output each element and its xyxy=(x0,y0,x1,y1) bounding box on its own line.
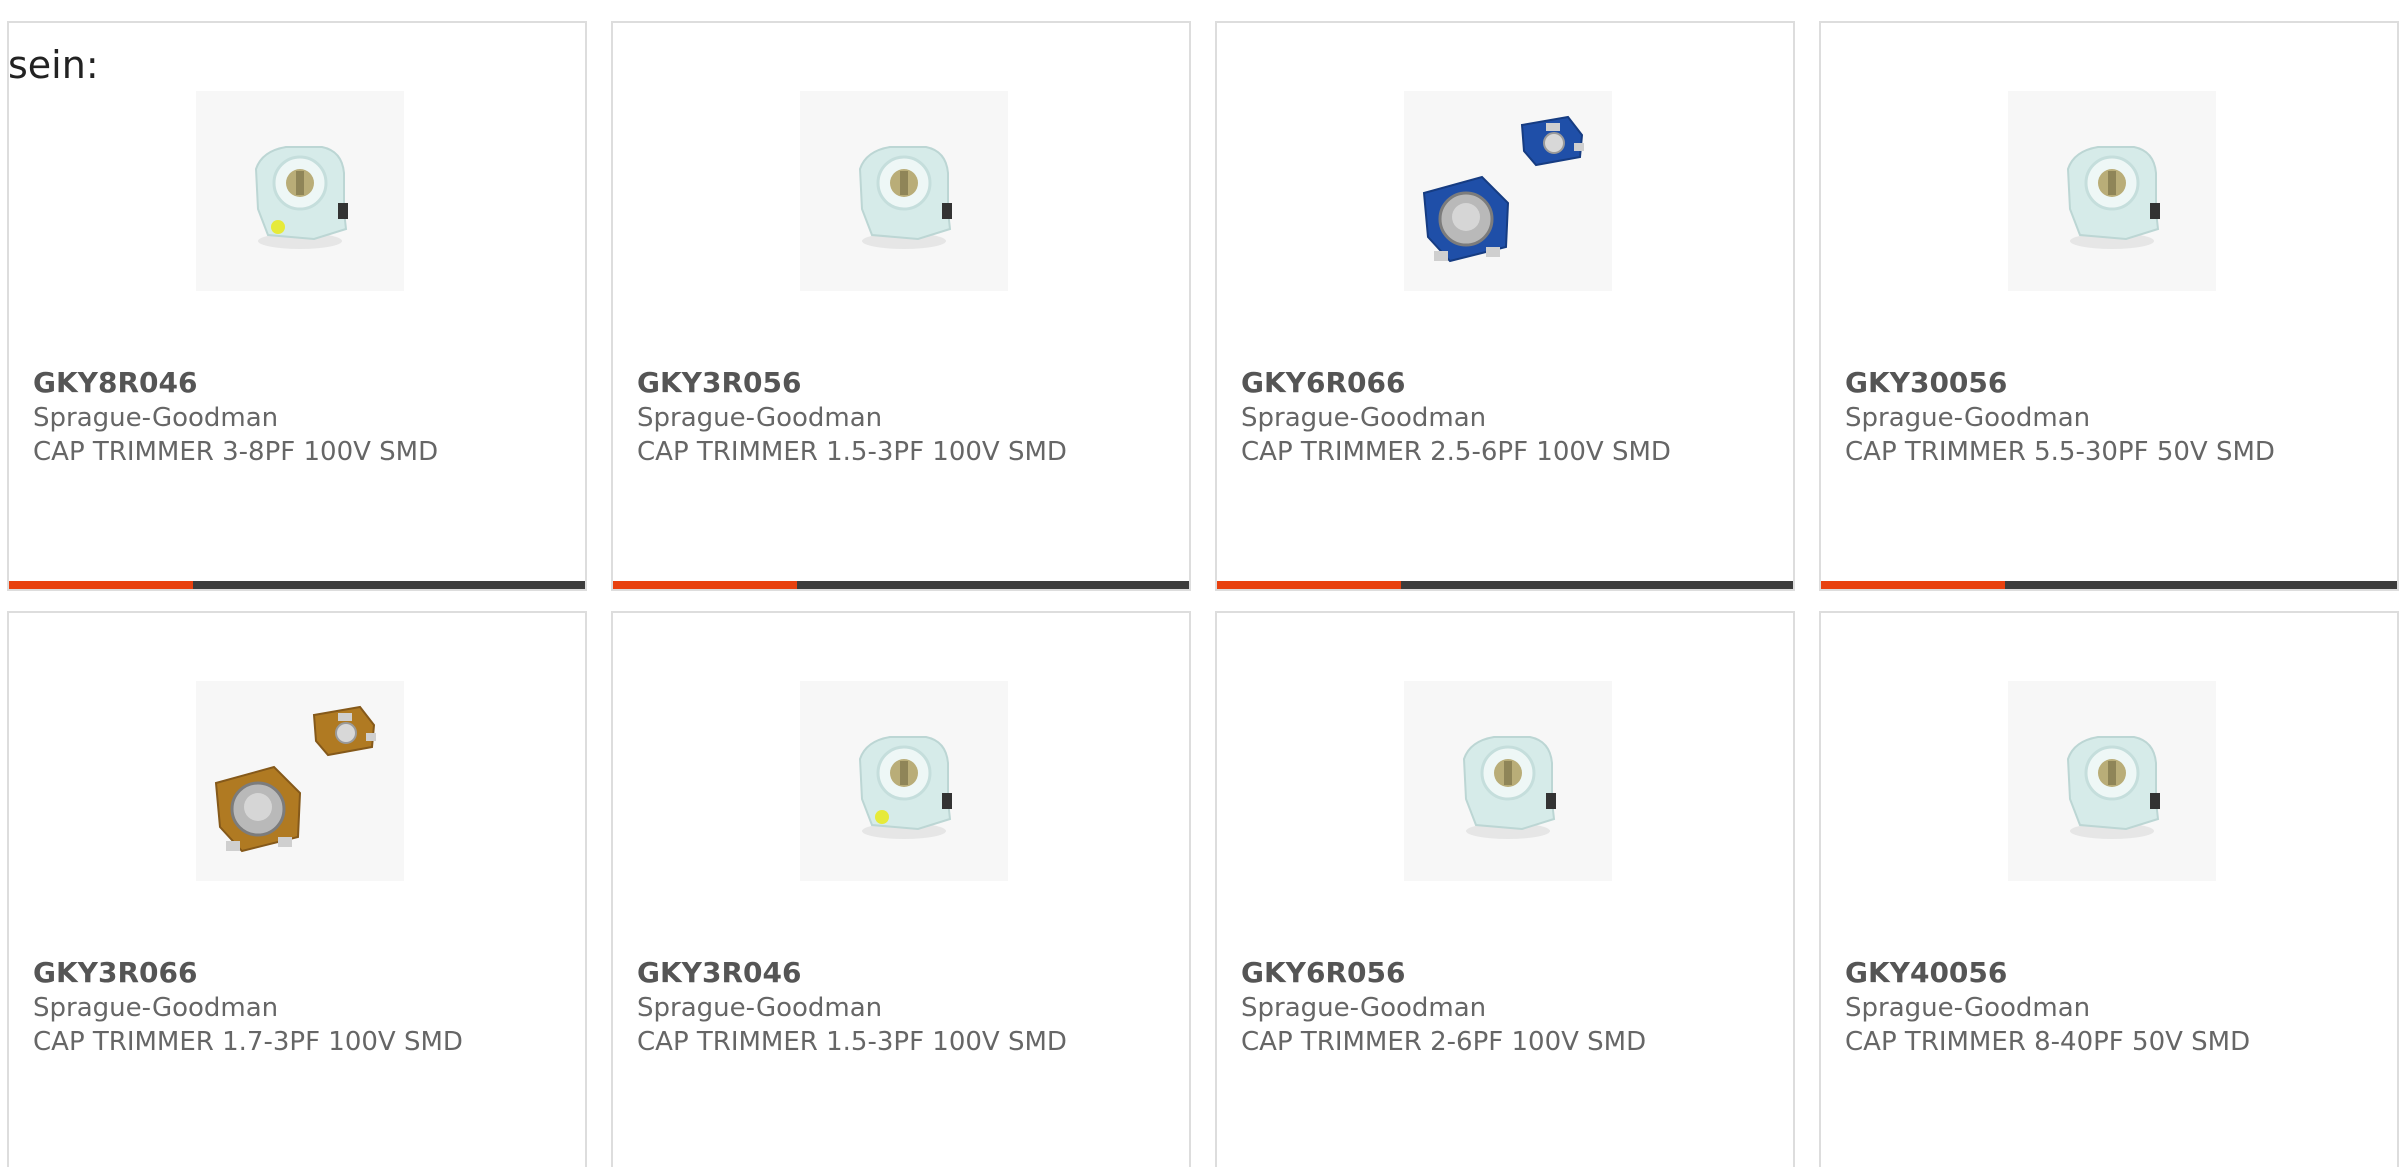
product-image[interactable] xyxy=(2008,681,2216,881)
part-number[interactable]: GKY6R066 xyxy=(1241,366,1405,400)
manufacturer: Sprague-Goodman xyxy=(33,993,279,1023)
product-listing-page: sein: GKY8R046 Sprague-Goodman CAP TRIMM… xyxy=(0,0,2400,1167)
product-grid: GKY8R046 Sprague-Goodman CAP TRIMMER 3-8… xyxy=(7,21,2399,1167)
manufacturer: Sprague-Goodman xyxy=(637,993,883,1023)
product-card[interactable]: GKY3R046 Sprague-Goodman CAP TRIMMER 1.5… xyxy=(611,611,1191,1167)
product-image[interactable] xyxy=(196,681,404,881)
progress-fill xyxy=(1217,581,1402,589)
manufacturer: Sprague-Goodman xyxy=(33,403,279,433)
product-description: CAP TRIMMER 1.5-3PF 100V SMD xyxy=(637,437,1067,467)
trimmer-white-yellow-image xyxy=(858,736,952,839)
trimmer-brown-pair-image xyxy=(214,705,376,853)
product-image[interactable] xyxy=(2008,91,2216,291)
product-image[interactable] xyxy=(196,91,404,291)
image-carousel-progress xyxy=(1217,581,1793,589)
progress-fill xyxy=(1821,581,2006,589)
trimmer-white-image xyxy=(1462,736,1556,839)
intro-text: sein: xyxy=(8,43,99,87)
manufacturer: Sprague-Goodman xyxy=(1241,993,1487,1023)
product-description: CAP TRIMMER 2.5-6PF 100V SMD xyxy=(1241,437,1671,467)
manufacturer: Sprague-Goodman xyxy=(637,403,883,433)
product-card[interactable]: GKY8R046 Sprague-Goodman CAP TRIMMER 3-8… xyxy=(7,21,587,591)
manufacturer: Sprague-Goodman xyxy=(1845,993,2091,1023)
part-number[interactable]: GKY8R046 xyxy=(33,366,197,400)
product-description: CAP TRIMMER 5.5-30PF 50V SMD xyxy=(1845,437,2275,467)
part-number[interactable]: GKY6R056 xyxy=(1241,956,1405,990)
trimmer-white-image xyxy=(2066,146,2160,249)
product-image[interactable] xyxy=(800,681,1008,881)
product-card[interactable]: GKY30056 Sprague-Goodman CAP TRIMMER 5.5… xyxy=(1819,21,2399,591)
trimmer-blue-pair-image xyxy=(1422,115,1584,263)
part-number[interactable]: GKY40056 xyxy=(1845,956,2007,990)
part-number[interactable]: GKY3R066 xyxy=(33,956,197,990)
product-description: CAP TRIMMER 1.7-3PF 100V SMD xyxy=(33,1027,463,1057)
product-description: CAP TRIMMER 2-6PF 100V SMD xyxy=(1241,1027,1647,1057)
product-description: CAP TRIMMER 8-40PF 50V SMD xyxy=(1845,1027,2251,1057)
product-image[interactable] xyxy=(1404,91,1612,291)
part-number[interactable]: GKY3R056 xyxy=(637,366,801,400)
product-description: CAP TRIMMER 3-8PF 100V SMD xyxy=(33,437,439,467)
product-description: CAP TRIMMER 1.5-3PF 100V SMD xyxy=(637,1027,1067,1057)
image-carousel-progress xyxy=(9,581,585,589)
image-carousel-progress xyxy=(613,581,1189,589)
trimmer-white-image xyxy=(858,146,952,249)
trimmer-white-yellow-image xyxy=(254,146,348,249)
manufacturer: Sprague-Goodman xyxy=(1845,403,2091,433)
product-card[interactable]: GKY6R056 Sprague-Goodman CAP TRIMMER 2-6… xyxy=(1215,611,1795,1167)
product-image[interactable] xyxy=(1404,681,1612,881)
part-number[interactable]: GKY30056 xyxy=(1845,366,2007,400)
product-card[interactable]: GKY3R056 Sprague-Goodman CAP TRIMMER 1.5… xyxy=(611,21,1191,591)
part-number[interactable]: GKY3R046 xyxy=(637,956,801,990)
progress-fill xyxy=(613,581,798,589)
product-card[interactable]: GKY3R066 Sprague-Goodman CAP TRIMMER 1.7… xyxy=(7,611,587,1167)
product-card[interactable]: GKY40056 Sprague-Goodman CAP TRIMMER 8-4… xyxy=(1819,611,2399,1167)
image-carousel-progress xyxy=(1821,581,2397,589)
product-card[interactable]: GKY6R066 Sprague-Goodman CAP TRIMMER 2.5… xyxy=(1215,21,1795,591)
trimmer-white-image xyxy=(2066,736,2160,839)
progress-fill xyxy=(9,581,194,589)
product-image[interactable] xyxy=(800,91,1008,291)
manufacturer: Sprague-Goodman xyxy=(1241,403,1487,433)
